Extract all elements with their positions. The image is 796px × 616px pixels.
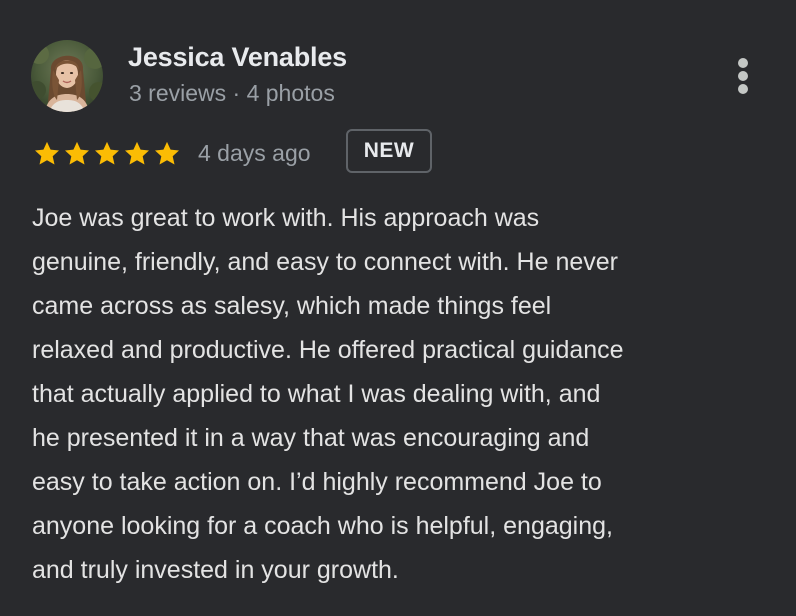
- review-text-line: easy to take action on. I’d highly recom…: [32, 468, 602, 496]
- star-icon: [155, 141, 179, 165]
- more-options-button[interactable]: [722, 50, 764, 102]
- review-text-line: and truly invested in your growth.: [32, 556, 399, 584]
- star-icon: [65, 141, 89, 165]
- star-icon: [125, 141, 149, 165]
- review-text-line: relaxed and productive. He offered pract…: [32, 336, 624, 364]
- reviewer-avatar[interactable]: [31, 40, 103, 112]
- review-card: Jessica Venables 3 reviews · 4 photos 4 …: [0, 0, 796, 616]
- review-text-line: that actually applied to what I was deal…: [32, 380, 601, 408]
- review-text-line: anyone looking for a coach who is helpfu…: [32, 512, 613, 540]
- new-badge: NEW: [346, 129, 432, 173]
- avatar-photo-icon: [31, 40, 103, 112]
- reviewer-name[interactable]: Jessica Venables: [128, 42, 347, 73]
- review-text-line: came across as salesy, which made things…: [32, 292, 552, 320]
- star-rating: [32, 139, 182, 169]
- star-icon: [95, 141, 119, 165]
- review-text: Joe was great to work with. His approach…: [32, 196, 782, 592]
- review-date: 4 days ago: [198, 140, 311, 166]
- review-text-line: genuine, friendly, and easy to connect w…: [32, 248, 618, 276]
- review-text-line: Joe was great to work with. His approach…: [32, 204, 540, 232]
- star-icon: [35, 141, 59, 165]
- review-text-line: he presented it in a way that was encour…: [32, 424, 590, 452]
- reviewer-stats: 3 reviews · 4 photos: [129, 80, 335, 106]
